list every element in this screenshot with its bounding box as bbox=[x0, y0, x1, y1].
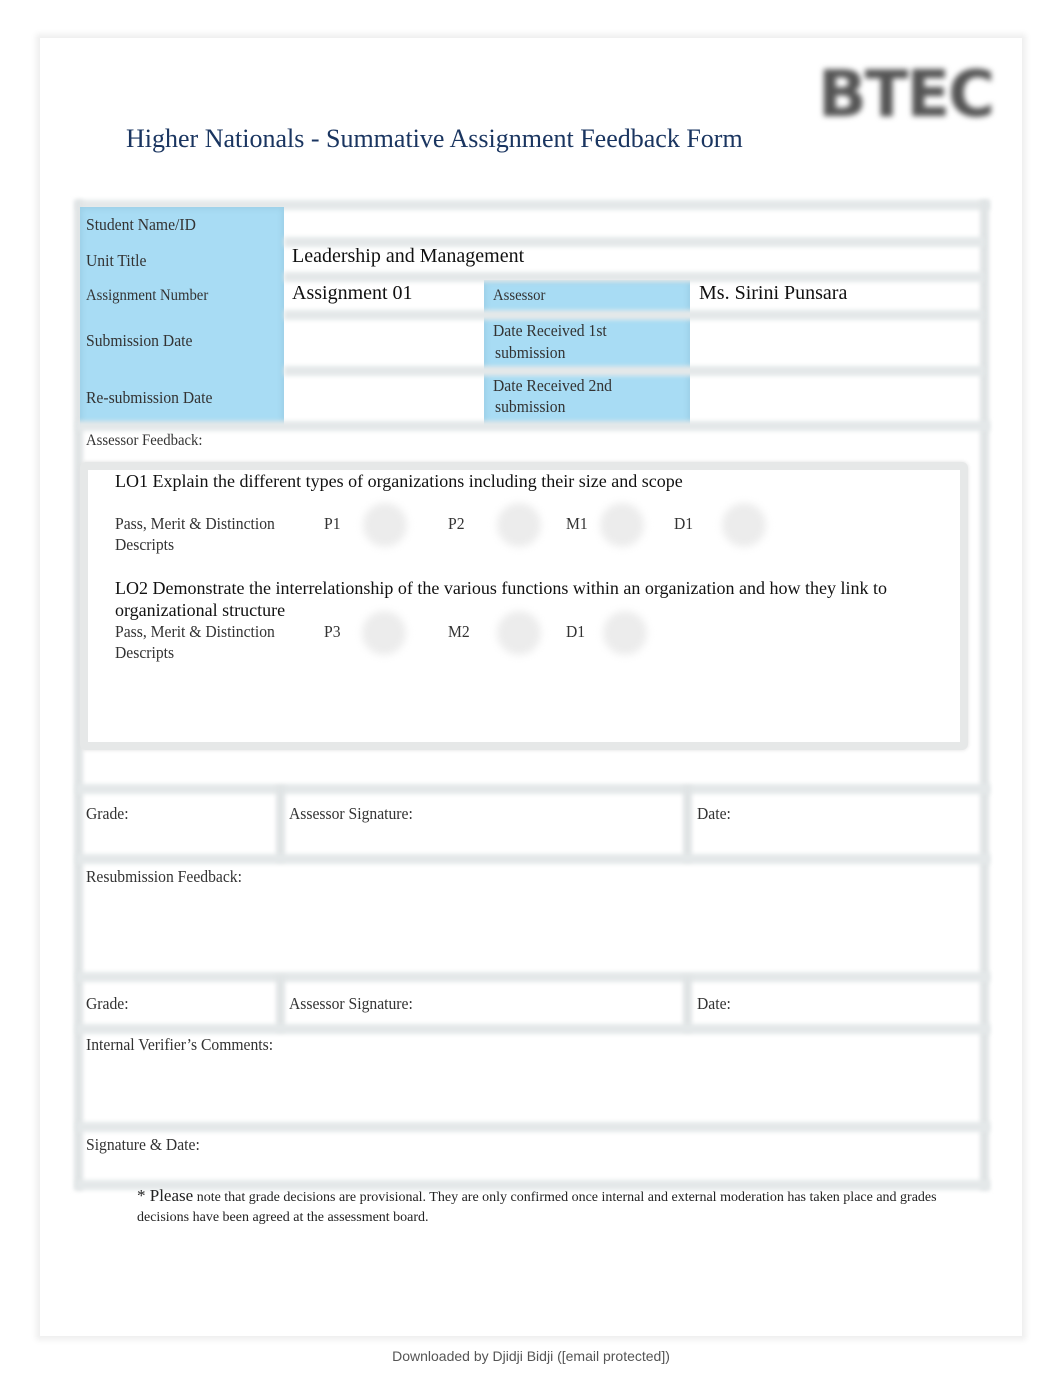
lo1-text: LO1 Explain the different types of organ… bbox=[115, 471, 683, 491]
btec-logo: BTEC bbox=[818, 58, 995, 132]
criterion-m1-checkbox[interactable] bbox=[600, 503, 644, 547]
download-footer: Downloaded by Djidji Bidji ([email prote… bbox=[392, 1348, 670, 1364]
date-received-2-label: Date Received 2nd bbox=[493, 376, 612, 395]
unit-title-value[interactable]: Leadership and Management bbox=[292, 244, 524, 268]
criterion-p1-checkbox[interactable] bbox=[363, 503, 407, 547]
resubmission-date-field[interactable] bbox=[292, 382, 472, 412]
form-title: Higher Nationals - Summative Assignment … bbox=[126, 124, 743, 153]
lo2-descripts-label: Pass, Merit & Distinction bbox=[115, 622, 275, 641]
date-received-2-label-line2: submission bbox=[495, 397, 566, 416]
submission-date-field[interactable] bbox=[292, 326, 472, 356]
student-name-label: Student Name/ID bbox=[86, 215, 196, 234]
lo2-text: LO2 Demonstrate the interrelationship of… bbox=[115, 578, 887, 598]
date-received-1-label: Date Received 1st bbox=[493, 321, 607, 340]
internal-verifier-label: Internal Verifier’s Comments: bbox=[86, 1035, 274, 1054]
row-separator bbox=[76, 1122, 990, 1132]
assignment-number-label: Assignment Number bbox=[86, 287, 209, 304]
criterion-p2-checkbox[interactable] bbox=[497, 503, 541, 547]
col-separator bbox=[276, 786, 285, 862]
assessor-label: Assessor bbox=[493, 287, 546, 304]
date-received-2-field[interactable] bbox=[699, 382, 969, 412]
note-text: note that grade decisions are provisiona… bbox=[137, 1190, 937, 1225]
date-received-1-field[interactable] bbox=[699, 326, 969, 356]
criterion-d1-lo2-label: D1 bbox=[566, 622, 586, 641]
criterion-d1-lo2-checkbox[interactable] bbox=[603, 611, 647, 655]
assessor-signature-label-1: Assessor Signature: bbox=[289, 804, 413, 823]
criterion-p2-label: P2 bbox=[448, 514, 465, 533]
grade-label-1: Grade: bbox=[86, 804, 129, 823]
criterion-d1-checkbox[interactable] bbox=[722, 503, 766, 547]
row-separator bbox=[284, 310, 984, 320]
note-lead: * Please bbox=[137, 1186, 194, 1205]
col-separator bbox=[683, 786, 692, 862]
row-separator bbox=[76, 972, 990, 982]
criterion-m2-label: M2 bbox=[448, 622, 470, 641]
criterion-m1-label: M1 bbox=[566, 514, 588, 533]
criterion-p1-label: P1 bbox=[324, 514, 341, 533]
criterion-d1-label: D1 bbox=[674, 514, 694, 533]
grade-label-2: Grade: bbox=[86, 994, 129, 1013]
criterion-m2-checkbox[interactable] bbox=[497, 611, 541, 655]
provisional-grade-note: * Please note that grade decisions are p… bbox=[137, 1186, 957, 1228]
unit-title-label: Unit Title bbox=[86, 251, 147, 270]
assignment-number-value[interactable]: Assignment 01 bbox=[292, 281, 413, 305]
assessor-value[interactable]: Ms. Sirini Punsara bbox=[699, 281, 847, 305]
row-separator bbox=[76, 784, 990, 794]
row-separator bbox=[76, 1024, 990, 1034]
criterion-p3-label: P3 bbox=[324, 622, 341, 641]
row-separator bbox=[284, 366, 984, 376]
date-received-1-label-line2: submission bbox=[495, 343, 566, 362]
lo1-descripts-label-line2: Descripts bbox=[115, 535, 175, 554]
criterion-p3-checkbox[interactable] bbox=[362, 611, 406, 655]
table-border-right bbox=[980, 200, 989, 1190]
lo1-descripts-label: Pass, Merit & Distinction bbox=[115, 514, 275, 533]
student-name-field[interactable] bbox=[292, 212, 972, 234]
date-label-2: Date: bbox=[697, 994, 731, 1013]
signature-date-label: Signature & Date: bbox=[86, 1135, 200, 1154]
resubmission-feedback-label: Resubmission Feedback: bbox=[86, 867, 242, 886]
lo2-descripts-label-line2: Descripts bbox=[115, 643, 175, 662]
submission-date-label: Submission Date bbox=[86, 331, 193, 350]
assessor-feedback-label: Assessor Feedback: bbox=[86, 432, 203, 449]
row-separator bbox=[76, 421, 990, 431]
date-label-1: Date: bbox=[697, 804, 731, 823]
row-separator bbox=[76, 854, 990, 864]
lo2-text-line2: organizational structure bbox=[115, 600, 286, 620]
assessor-signature-label-2: Assessor Signature: bbox=[289, 994, 413, 1013]
resubmission-date-label: Re-submission Date bbox=[86, 388, 213, 407]
